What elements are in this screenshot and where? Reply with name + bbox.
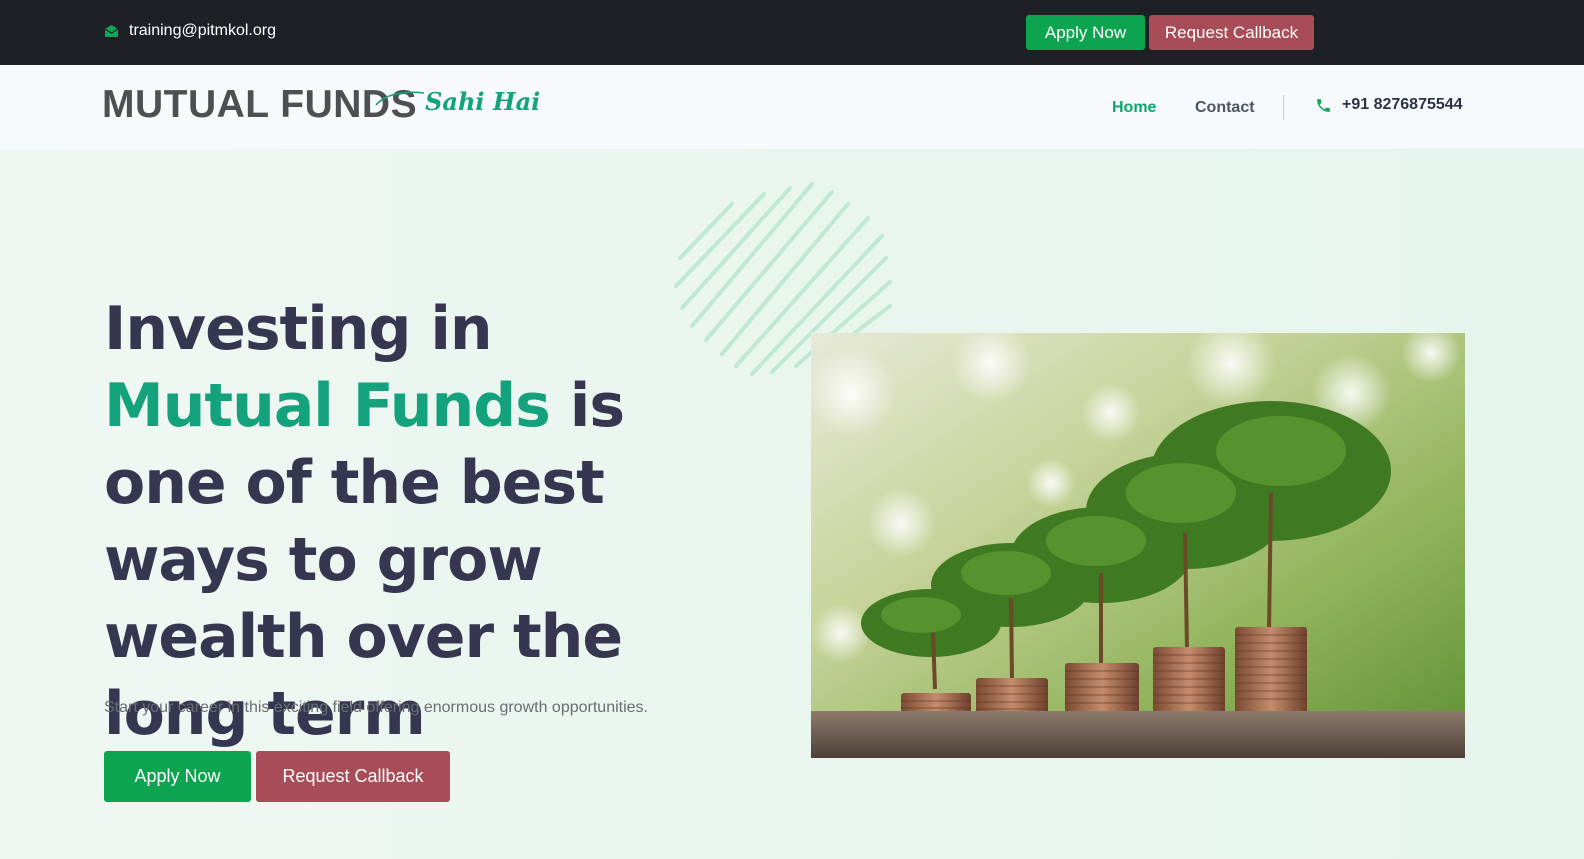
contact-email[interactable]: training@pitmkol.org — [104, 22, 276, 40]
nav-link-contact[interactable]: Contact — [1195, 99, 1255, 117]
phone-number: +91 8276875544 — [1342, 96, 1463, 113]
nav-phone[interactable]: +91 8276875544 — [1315, 96, 1463, 114]
contact-email-text: training@pitmkol.org — [129, 22, 276, 39]
envelope-icon — [104, 25, 119, 37]
logo-script-text: Sahi Hai — [425, 87, 541, 116]
hero-headline: Investing in Mutual Funds is one of the … — [104, 291, 724, 753]
logo-swoosh — [375, 91, 425, 106]
headline-part-1: Investing in — [104, 294, 493, 364]
top-request-callback-button[interactable]: Request Callback — [1149, 15, 1314, 50]
site-logo[interactable]: MUTUAL FUNDS Sahi Hai — [102, 85, 540, 125]
headline-accent: Mutual Funds — [104, 371, 551, 441]
top-bar: training@pitmkol.org Apply Now Request C… — [0, 0, 1584, 65]
trees-on-coins-illustration — [811, 333, 1465, 758]
top-apply-now-button[interactable]: Apply Now — [1026, 15, 1145, 50]
nav-divider — [1283, 95, 1284, 120]
hero-subtitle: Start your career in this exciting field… — [104, 699, 648, 716]
hero-image — [811, 333, 1465, 758]
hero-apply-now-button[interactable]: Apply Now — [104, 751, 251, 802]
phone-icon — [1317, 98, 1330, 112]
logo-main-text: MUTUAL FUNDS — [102, 83, 418, 126]
hero-request-callback-button[interactable]: Request Callback — [256, 751, 450, 802]
nav-link-home[interactable]: Home — [1112, 99, 1156, 117]
